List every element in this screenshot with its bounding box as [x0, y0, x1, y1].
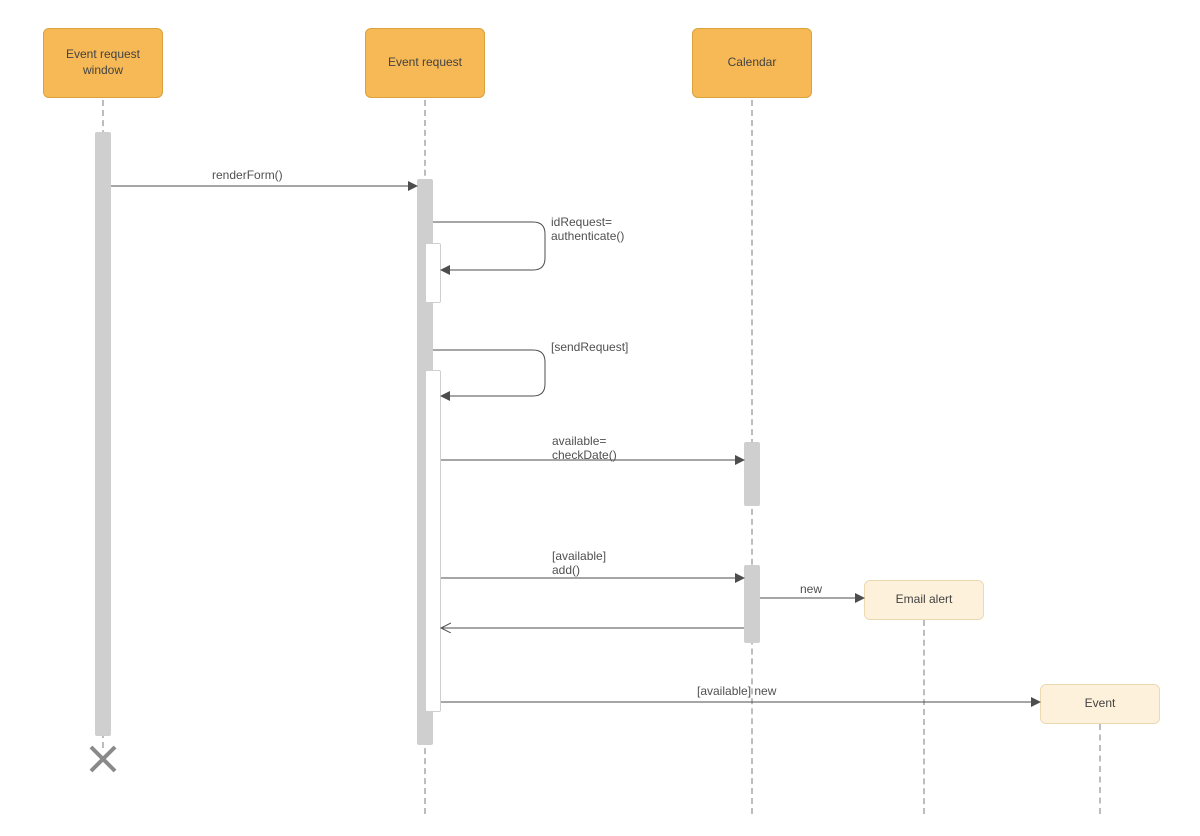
arrows-layer — [0, 0, 1200, 836]
label: Event request window — [48, 47, 158, 78]
msg-authenticate: idRequest= authenticate() — [551, 215, 624, 243]
activation-c-check — [744, 442, 760, 506]
object-event-request-window: Event request window — [43, 28, 163, 98]
sequence-diagram-canvas: Event request window Event request Calen… — [0, 0, 1200, 836]
msg-renderform: renderForm() — [212, 168, 283, 182]
activation-c-add — [744, 565, 760, 643]
label: Calendar — [728, 55, 777, 71]
object-event: Event — [1040, 684, 1160, 724]
msg-checkdate: available= checkDate() — [552, 434, 617, 462]
activation-b-sendreq — [425, 370, 441, 712]
activation-a — [95, 132, 111, 736]
lifeline-d — [923, 620, 925, 814]
destroy-icon — [86, 742, 120, 776]
msg-new-email: new — [800, 582, 822, 596]
label: Event — [1085, 696, 1116, 712]
object-email-alert: Email alert — [864, 580, 984, 620]
msg-new-event: [available] new — [697, 684, 776, 698]
msg-sendrequest: [sendRequest] — [551, 340, 628, 354]
object-calendar: Calendar — [692, 28, 812, 98]
msg-add: [available] add() — [552, 549, 606, 577]
label: Email alert — [896, 592, 953, 608]
activation-b-auth — [425, 243, 441, 303]
object-event-request: Event request — [365, 28, 485, 98]
label: Event request — [388, 55, 462, 71]
lifeline-e — [1099, 724, 1101, 814]
